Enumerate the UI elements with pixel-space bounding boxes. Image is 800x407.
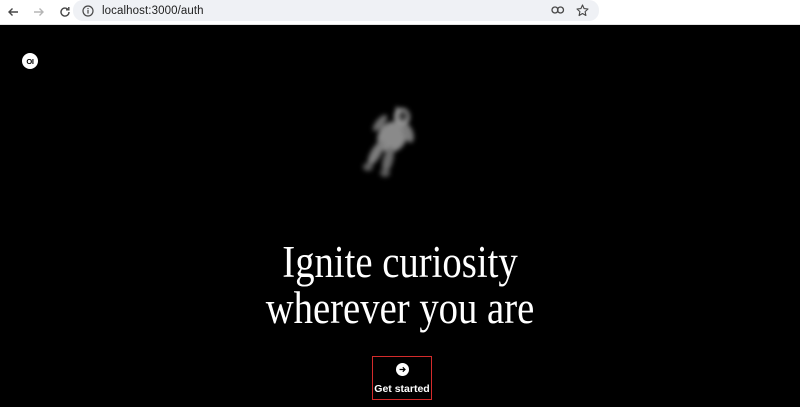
back-button[interactable]	[2, 1, 24, 23]
headline-line-2: wherever you are	[265, 283, 535, 333]
star-icon[interactable]	[575, 3, 589, 17]
browser-toolbar: localhost:3000/auth	[0, 0, 800, 25]
forward-button[interactable]	[28, 1, 50, 23]
arrow-right-icon	[34, 8, 44, 16]
app-logo[interactable]: OI	[22, 53, 38, 69]
arrow-left-icon	[8, 8, 18, 16]
address-bar[interactable]: localhost:3000/auth	[73, 0, 599, 21]
arrow-right-circle-icon	[395, 363, 409, 376]
astronaut-illustration	[363, 107, 414, 177]
get-started-label: Get started	[374, 383, 430, 395]
auth-page: OI Ignite curiosity wherever you are Get…	[0, 25, 800, 407]
site-info-icon[interactable]	[81, 4, 95, 18]
key-icon[interactable]	[551, 3, 565, 17]
reload-icon	[60, 7, 70, 17]
page-title: Ignite curiosity wherever you are	[56, 239, 744, 331]
url-text[interactable]: localhost:3000/auth	[102, 5, 204, 17]
get-started-button[interactable]: Get started	[372, 356, 432, 400]
headline-line-1: Ignite curiosity	[282, 237, 518, 287]
